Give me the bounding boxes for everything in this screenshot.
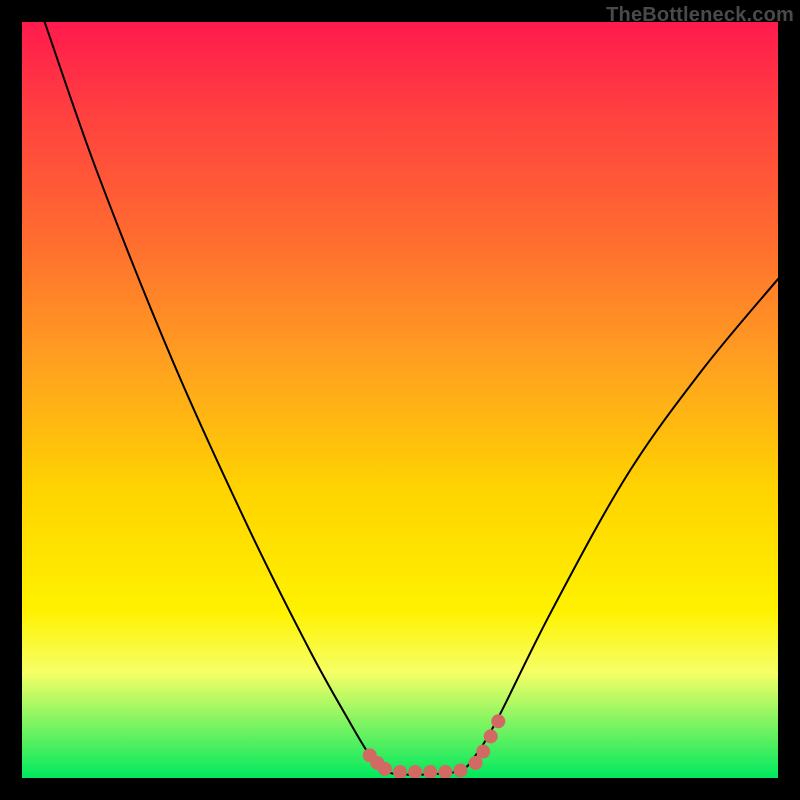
highlight-dot (476, 745, 490, 759)
highlight-dot (408, 765, 422, 778)
highlight-dot (378, 762, 392, 776)
highlight-dot (438, 765, 452, 778)
highlight-dot (453, 763, 467, 777)
highlight-dot-group (363, 714, 506, 778)
highlight-dot (423, 765, 437, 778)
highlight-dot (484, 729, 498, 743)
watermark-text: TheBottleneck.com (606, 4, 794, 27)
highlight-dot (491, 714, 505, 728)
bottleneck-curve-plot (22, 22, 778, 778)
highlight-dot (393, 765, 407, 778)
curve-line (45, 22, 778, 775)
chart-frame (22, 22, 778, 778)
